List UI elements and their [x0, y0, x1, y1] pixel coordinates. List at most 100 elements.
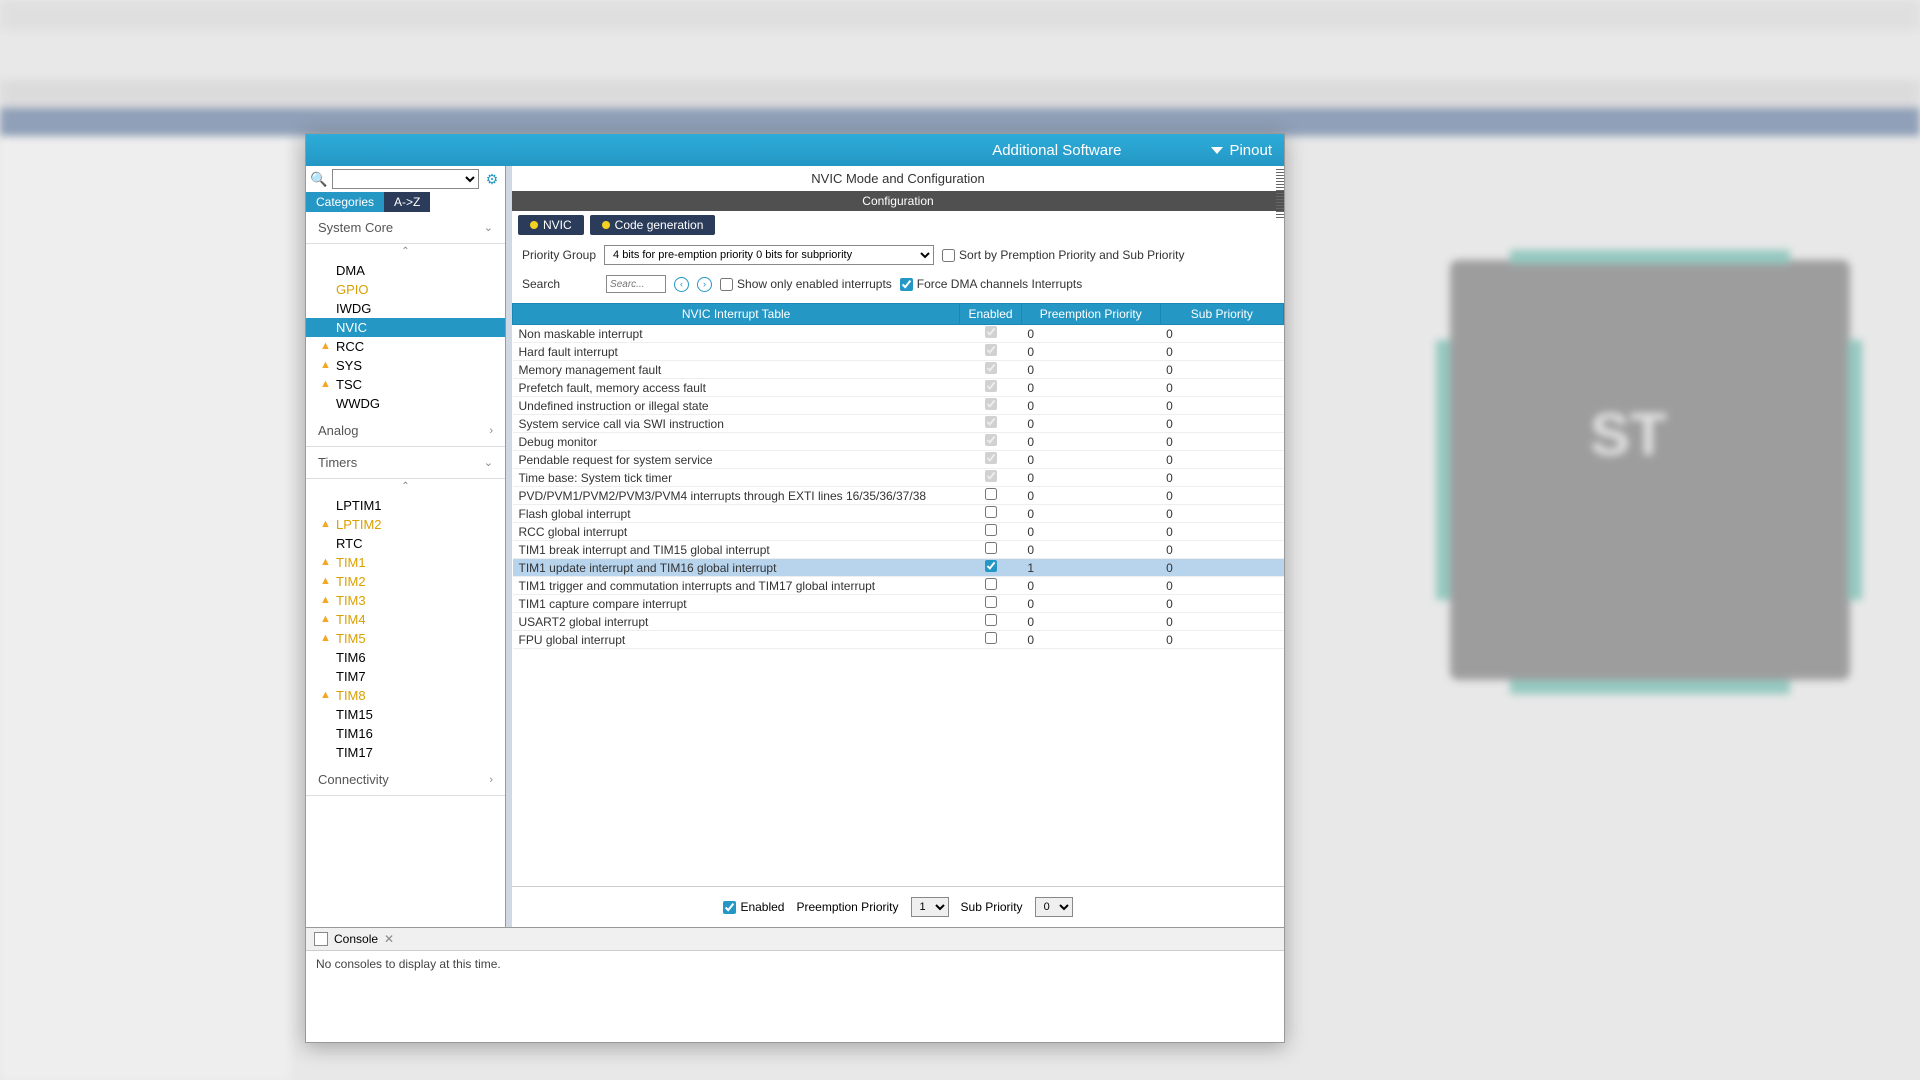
enabled-checkbox	[985, 452, 997, 464]
sidebar-item-lptim2[interactable]: ▲LPTIM2	[306, 515, 505, 534]
sidebar-item-wwdg[interactable]: WWDG	[306, 394, 505, 413]
table-row[interactable]: Pendable request for system service00	[513, 451, 1284, 469]
sp-value: 0	[1160, 505, 1283, 523]
priority-group-select[interactable]: 4 bits for pre-emption priority 0 bits f…	[604, 245, 934, 265]
sidebar-item-rtc[interactable]: RTC	[306, 534, 505, 553]
table-row[interactable]: System service call via SWI instruction0…	[513, 415, 1284, 433]
enabled-checkbox[interactable]	[985, 524, 997, 536]
tab-nvic[interactable]: NVIC	[518, 215, 584, 235]
sidebar-item-tim15[interactable]: TIM15	[306, 705, 505, 724]
table-row[interactable]: RCC global interrupt00	[513, 523, 1284, 541]
tab-categories[interactable]: Categories	[306, 192, 384, 212]
interrupt-name: Hard fault interrupt	[513, 343, 960, 361]
interrupt-name: TIM1 trigger and commutation interrupts …	[513, 577, 960, 595]
table-row[interactable]: Undefined instruction or illegal state00	[513, 397, 1284, 415]
enabled-checkbox[interactable]	[985, 488, 997, 500]
enabled-checkbox[interactable]	[985, 632, 997, 644]
table-row[interactable]: TIM1 trigger and commutation interrupts …	[513, 577, 1284, 595]
sp-select[interactable]: 0	[1035, 897, 1073, 917]
pinout-dropdown[interactable]: Pinout	[1211, 142, 1272, 159]
sidebar-item-tim2[interactable]: ▲TIM2	[306, 572, 505, 591]
sidebar-item-gpio[interactable]: GPIO	[306, 280, 505, 299]
col-sp[interactable]: Sub Priority	[1160, 304, 1283, 325]
sort-checkbox[interactable]: Sort by Premption Priority and Sub Prior…	[942, 248, 1184, 262]
enabled-checkbox[interactable]	[985, 614, 997, 626]
enabled-checkbox[interactable]	[985, 560, 997, 572]
table-row[interactable]: Memory management fault00	[513, 361, 1284, 379]
tab-az[interactable]: A->Z	[384, 192, 430, 212]
enabled-checkbox[interactable]: Enabled	[723, 900, 784, 914]
show-only-enabled-checkbox[interactable]: Show only enabled interrupts	[720, 277, 892, 291]
pp-label: Preemption Priority	[796, 900, 898, 914]
table-row[interactable]: TIM1 capture compare interrupt00	[513, 595, 1284, 613]
table-row[interactable]: Prefetch fault, memory access fault00	[513, 379, 1284, 397]
sidebar-item-tim1[interactable]: ▲TIM1	[306, 553, 505, 572]
table-row[interactable]: Time base: System tick timer00	[513, 469, 1284, 487]
section-system-core[interactable]: System Core ⌄	[306, 212, 505, 244]
gear-icon[interactable]: ⚙	[483, 170, 501, 188]
sidebar-item-tim16[interactable]: TIM16	[306, 724, 505, 743]
section-timers[interactable]: Timers ⌄	[306, 447, 505, 479]
col-enabled[interactable]: Enabled	[960, 304, 1022, 325]
collapse-icon[interactable]: ⌃	[306, 479, 505, 494]
table-row[interactable]: Non maskable interrupt00	[513, 325, 1284, 343]
console-tab-label[interactable]: Console	[334, 932, 378, 946]
enabled-checkbox[interactable]	[985, 506, 997, 518]
table-row[interactable]: USART2 global interrupt00	[513, 613, 1284, 631]
enabled-checkbox	[985, 416, 997, 428]
sidebar-item-iwdg[interactable]: IWDG	[306, 299, 505, 318]
search-prev-icon[interactable]: ‹	[674, 277, 689, 292]
table-row[interactable]: TIM1 update interrupt and TIM16 global i…	[513, 559, 1284, 577]
additional-software-link[interactable]: Additional Software	[992, 142, 1121, 159]
table-row[interactable]: TIM1 break interrupt and TIM15 global in…	[513, 541, 1284, 559]
mode-title: NVIC Mode and Configuration	[512, 166, 1284, 191]
section-analog[interactable]: Analog ›	[306, 415, 505, 447]
enabled-checkbox	[985, 326, 997, 338]
section-connectivity[interactable]: Connectivity ›	[306, 764, 505, 796]
table-row[interactable]: Hard fault interrupt00	[513, 343, 1284, 361]
table-row[interactable]: Flash global interrupt00	[513, 505, 1284, 523]
sidebar-item-tim5[interactable]: ▲TIM5	[306, 629, 505, 648]
sidebar-item-tim6[interactable]: TIM6	[306, 648, 505, 667]
section-label: Timers	[318, 455, 357, 470]
sidebar-item-tim3[interactable]: ▲TIM3	[306, 591, 505, 610]
enabled-checkbox[interactable]	[985, 578, 997, 590]
pp-select[interactable]: 1	[911, 897, 949, 917]
table-row[interactable]: FPU global interrupt00	[513, 631, 1284, 649]
sidebar-item-tim7[interactable]: TIM7	[306, 667, 505, 686]
sidebar-item-nvic[interactable]: NVIC	[306, 318, 505, 337]
force-dma-checkbox[interactable]: Force DMA channels Interrupts	[900, 277, 1082, 291]
sp-value: 0	[1160, 523, 1283, 541]
search-input[interactable]	[606, 275, 666, 293]
table-row[interactable]: PVD/PVM1/PVM2/PVM3/PVM4 interrupts throu…	[513, 487, 1284, 505]
resize-handle[interactable]	[1276, 168, 1284, 218]
sidebar-item-rcc[interactable]: ▲RCC	[306, 337, 505, 356]
enabled-checkbox[interactable]	[985, 596, 997, 608]
enabled-checkbox	[985, 362, 997, 374]
pp-value: 0	[1021, 415, 1160, 433]
interrupt-name: Prefetch fault, memory access fault	[513, 379, 960, 397]
sp-value: 0	[1160, 343, 1283, 361]
pp-value: 0	[1021, 505, 1160, 523]
sidebar-item-tim8[interactable]: ▲TIM8	[306, 686, 505, 705]
sidebar-item-tim4[interactable]: ▲TIM4	[306, 610, 505, 629]
interrupt-name: Memory management fault	[513, 361, 960, 379]
enabled-label: Enabled	[740, 900, 784, 914]
pp-value: 0	[1021, 469, 1160, 487]
col-pp[interactable]: Preemption Priority	[1021, 304, 1160, 325]
sidebar-item-sys[interactable]: ▲SYS	[306, 356, 505, 375]
sidebar-item-tsc[interactable]: ▲TSC	[306, 375, 505, 394]
sidebar-item-lptim1[interactable]: LPTIM1	[306, 496, 505, 515]
close-icon[interactable]: ✕	[384, 932, 394, 946]
tab-code-generation[interactable]: Code generation	[590, 215, 716, 235]
sidebar-item-dma[interactable]: DMA	[306, 261, 505, 280]
col-name[interactable]: NVIC Interrupt Table	[513, 304, 960, 325]
search-next-icon[interactable]: ›	[697, 277, 712, 292]
sidebar-item-tim17[interactable]: TIM17	[306, 743, 505, 762]
collapse-icon[interactable]: ⌃	[306, 244, 505, 259]
sp-value: 0	[1160, 325, 1283, 343]
sp-value: 0	[1160, 451, 1283, 469]
table-row[interactable]: Debug monitor00	[513, 433, 1284, 451]
enabled-checkbox[interactable]	[985, 542, 997, 554]
peripheral-search[interactable]	[332, 169, 479, 189]
